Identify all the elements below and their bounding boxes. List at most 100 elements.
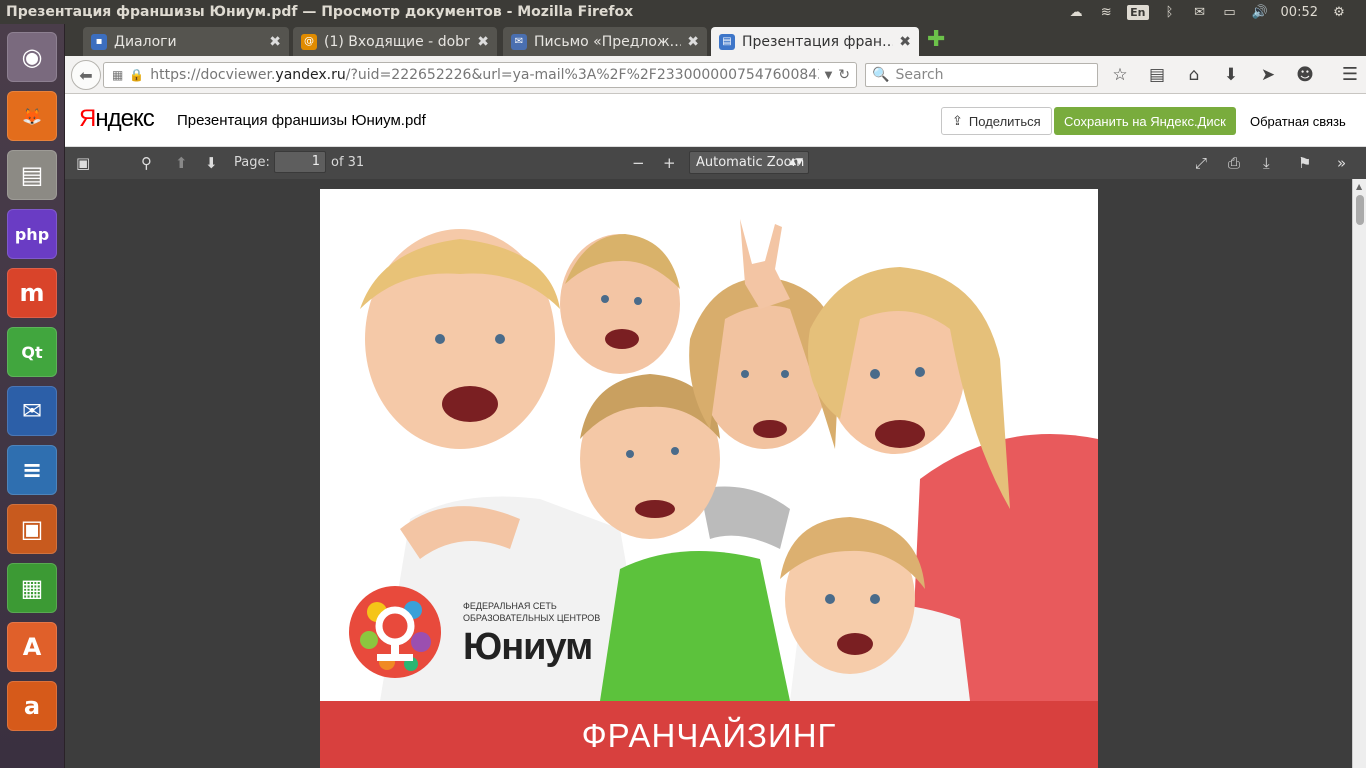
ubuntu-icon[interactable]: ◉	[7, 32, 57, 82]
window-title: Презентация франшизы Юниум.pdf — Просмот…	[6, 4, 634, 20]
page-count: of 31	[331, 155, 365, 170]
download-icon[interactable]: ⤓	[1263, 154, 1270, 172]
launcher: ◉ 🦊 ▤ php m Qt ✉ ≡ ▣ ▦ Aa	[0, 24, 65, 768]
zoom-out-icon[interactable]: −	[632, 154, 645, 172]
url-prefix: https://docviewer.	[150, 67, 276, 83]
mail-at-icon: @	[301, 33, 317, 50]
mail-icon[interactable]: ✉	[1191, 4, 1209, 20]
thunderbird-icon[interactable]: ✉	[7, 386, 57, 436]
close-icon[interactable]: ✖	[269, 34, 281, 50]
scrollbar[interactable]: ▲	[1352, 179, 1366, 768]
previous-page-icon[interactable]: ⬆	[175, 154, 188, 172]
bluetooth-icon[interactable]: ᛒ	[1161, 4, 1179, 20]
tools-chevron-icon[interactable]: »	[1337, 154, 1346, 172]
presentation-mode-icon[interactable]: ⤢	[1195, 154, 1207, 172]
firefox-icon[interactable]: 🦊	[7, 91, 57, 141]
chevron-updown-icon: ▲▼	[789, 157, 803, 167]
meld-glyph: m	[19, 279, 45, 307]
pdf-page: ФЕДЕРАЛЬНАЯ СЕТЬ ОБРАЗОВАТЕЛЬНЫХ ЦЕНТРОВ…	[320, 189, 1098, 768]
meld-icon[interactable]: m	[7, 268, 57, 318]
search-bar[interactable]: 🔍 Search	[865, 63, 1098, 87]
impress-glyph: ▣	[20, 515, 44, 543]
close-icon[interactable]: ✖	[477, 34, 489, 50]
cloud-icon[interactable]: ☁	[1067, 4, 1085, 20]
scrollbar-thumb[interactable]	[1356, 195, 1364, 225]
wifi-icon[interactable]: ≋	[1097, 4, 1115, 20]
url-dropdown-icon[interactable]: ▼	[825, 70, 833, 81]
tab-inbox[interactable]: @ (1) Входящие - dobr… ✖	[293, 27, 497, 56]
yandex-header: Яндекс Презентация франшизы Юниум.pdf ⇪ …	[65, 94, 1366, 147]
url-path: /?uid=222652226&url=ya-mail%3A%2F%2F2330…	[345, 67, 819, 83]
system-top-bar: Презентация франшизы Юниум.pdf — Просмот…	[0, 0, 1366, 24]
chat-bubble-icon[interactable]: ☻	[1295, 65, 1315, 85]
files-icon[interactable]: ▤	[7, 150, 57, 200]
find-icon[interactable]: ⚲	[141, 154, 152, 172]
battery-icon[interactable]: ▭	[1221, 4, 1239, 20]
zoom-in-icon[interactable]: +	[663, 154, 676, 172]
writer-icon[interactable]: ≡	[7, 445, 57, 495]
files-glyph: ▤	[20, 161, 44, 189]
tab-dialogs[interactable]: ▪ Диалоги ✖	[83, 27, 289, 56]
yandex-logo[interactable]: Яндекс	[79, 105, 155, 133]
send-icon[interactable]: ➤	[1258, 65, 1278, 85]
logo-rest: ндекс	[95, 105, 154, 132]
zoom-select[interactable]: Automatic Zoom ▲▼	[689, 151, 809, 174]
envelope-icon: ✉	[511, 33, 527, 50]
identity-icon[interactable]: ▦	[112, 68, 123, 82]
bookmark-star-icon[interactable]: ☆	[1110, 65, 1130, 85]
ubuntu-glyph: ◉	[21, 43, 43, 71]
brand-name: Юниум	[463, 626, 593, 668]
save-to-disk-button[interactable]: Сохранить на Яндекс.Диск	[1054, 107, 1236, 135]
sidebar-toggle-icon[interactable]: ▣	[76, 154, 90, 172]
reading-list-icon[interactable]: ▤	[1147, 65, 1167, 85]
share-icon: ⇪	[952, 113, 963, 128]
software-center-icon[interactable]: A	[7, 622, 57, 672]
brand-tagline-1: ФЕДЕРАЛЬНАЯ СЕТЬ	[463, 601, 557, 611]
url-bar[interactable]: ▦ 🔒 https://docviewer.yandex.ru/?uid=222…	[103, 62, 857, 88]
page-number-input[interactable]: 1	[274, 151, 326, 173]
chat-icon: ▪	[91, 33, 107, 50]
close-icon[interactable]: ✖	[899, 34, 911, 50]
document-icon: ▤	[719, 33, 735, 50]
brand-tagline-2: ОБРАЗОВАТЕЛЬНЫХ ЦЕНТРОВ	[463, 613, 601, 623]
print-icon[interactable]: ⎙	[1228, 154, 1240, 172]
back-button[interactable]: ⬅	[71, 60, 101, 90]
pdf-viewer[interactable]: ФЕДЕРАЛЬНАЯ СЕТЬ ОБРАЗОВАТЕЛЬНЫХ ЦЕНТРОВ…	[65, 179, 1352, 768]
url-text[interactable]: https://docviewer.yandex.ru/?uid=2226522…	[150, 67, 818, 83]
bookmark-icon[interactable]: ⚑	[1298, 154, 1311, 172]
software-center-glyph: A	[22, 633, 42, 661]
zoom-value: Automatic Zoom	[696, 155, 805, 170]
tab-label: Презентация фран…	[742, 33, 894, 50]
tab-presentation[interactable]: ▤ Презентация фран… ✖	[711, 27, 919, 56]
lock-icon[interactable]: 🔒	[129, 68, 144, 82]
close-icon[interactable]: ✖	[687, 34, 699, 50]
search-icon: 🔍	[872, 67, 890, 83]
reload-icon[interactable]: ↻	[838, 67, 850, 83]
amazon-icon[interactable]: a	[7, 681, 57, 731]
downloads-icon[interactable]: ⬇	[1221, 65, 1241, 85]
logo-letter: Я	[79, 105, 96, 132]
phpstorm-icon[interactable]: php	[7, 209, 57, 259]
tab-letter[interactable]: ✉ Письмо «Предлож… ✖	[503, 27, 707, 56]
toolbar-icons: ☆ ▤ ⌂ ⬇ ➤ ☻	[1110, 65, 1315, 85]
share-button[interactable]: ⇪ Поделиться	[941, 107, 1052, 135]
next-page-icon[interactable]: ⬇	[205, 154, 218, 172]
power-gear-icon[interactable]: ⚙	[1330, 4, 1348, 20]
qt-creator-icon[interactable]: Qt	[7, 327, 57, 377]
scroll-up-icon[interactable]: ▲	[1356, 182, 1362, 191]
document-title: Презентация франшизы Юниум.pdf	[177, 112, 426, 129]
new-tab-icon[interactable]: ✚	[927, 29, 945, 51]
keyboard-layout-indicator[interactable]: En	[1127, 4, 1149, 20]
hamburger-menu-icon[interactable]: ☰	[1342, 64, 1358, 85]
system-tray: ☁ ≋ En ᛒ ✉ ▭ 🔊 00:52 ⚙	[1067, 4, 1366, 20]
amazon-glyph: a	[23, 692, 41, 720]
impress-icon[interactable]: ▣	[7, 504, 57, 554]
qt-creator-glyph: Qt	[21, 342, 43, 362]
volume-icon[interactable]: 🔊	[1251, 4, 1269, 20]
feedback-link[interactable]: Обратная связь	[1250, 114, 1346, 129]
clock[interactable]: 00:52	[1281, 5, 1318, 20]
tab-label: Письмо «Предлож…	[534, 33, 682, 50]
brand-block: ФЕДЕРАЛЬНАЯ СЕТЬ ОБРАЗОВАТЕЛЬНЫХ ЦЕНТРОВ…	[463, 600, 600, 669]
calc-icon[interactable]: ▦	[7, 563, 57, 613]
home-icon[interactable]: ⌂	[1184, 65, 1204, 85]
